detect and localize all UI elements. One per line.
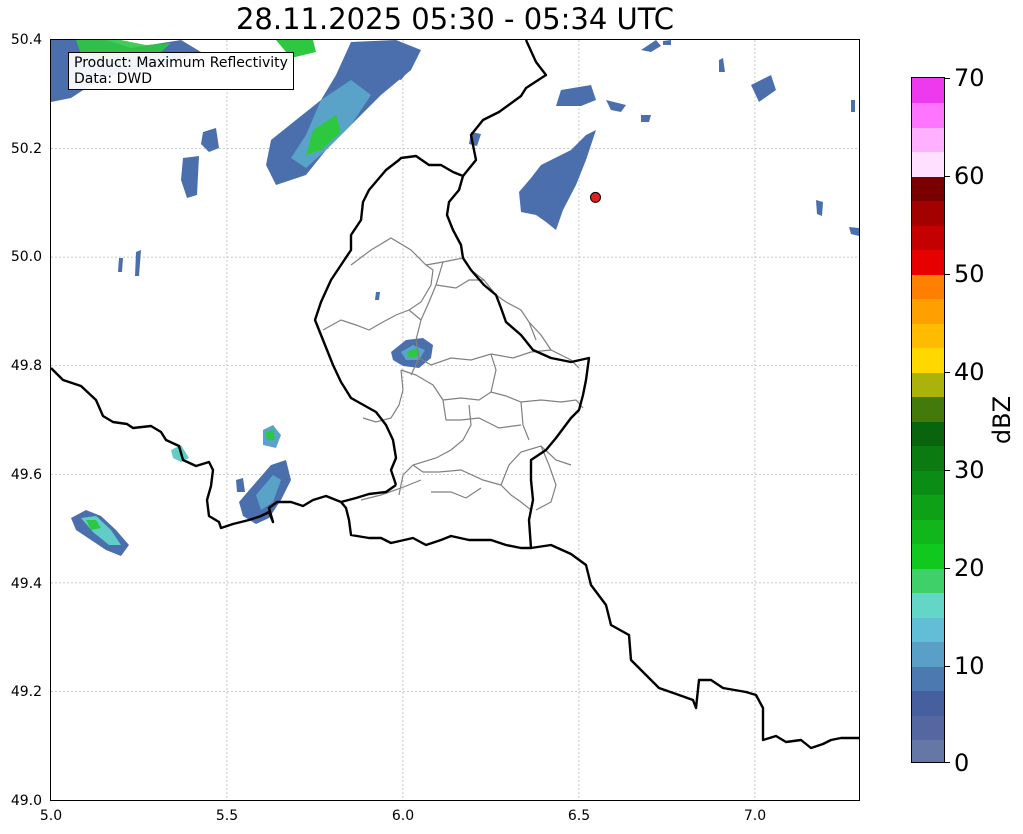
data-source-label: Data: DWD — [74, 71, 152, 87]
product-label: Product: Maximum Reflectivity — [74, 55, 288, 71]
colorbar-tick-label: 20 — [954, 554, 985, 582]
y-tick-label: 50.4 — [10, 32, 42, 48]
colorbar-segment — [912, 445, 944, 471]
y-tick-label: 49.4 — [10, 576, 42, 592]
echo-northeast — [519, 130, 596, 230]
colorbar-tick-label: 10 — [954, 652, 985, 680]
colorbar-segment — [912, 176, 944, 201]
colorbar-segment — [912, 102, 944, 128]
canton-boundaries — [322, 237, 584, 511]
colorbar-tick — [945, 372, 950, 373]
colorbar-segment — [912, 249, 944, 275]
colorbar-segment — [912, 200, 944, 226]
location-marker — [590, 191, 601, 203]
y-tick-label: 50.2 — [10, 141, 42, 157]
colorbar-segment — [912, 470, 944, 495]
colorbar-segment — [912, 519, 944, 544]
y-tick-label: 50.0 — [10, 249, 42, 265]
colorbar-tick-label: 60 — [954, 162, 985, 190]
country-borders — [51, 40, 859, 750]
colorbar-tick-label: 70 — [954, 64, 985, 92]
colorbar-segment — [912, 274, 944, 299]
colorbar-segment — [912, 323, 944, 348]
colorbar-segment — [912, 543, 944, 569]
colorbar-segment — [912, 396, 944, 422]
colorbar-segment — [912, 690, 944, 716]
colorbar-tick — [945, 568, 950, 569]
y-tick-label: 49.8 — [10, 358, 42, 374]
colorbar-segment — [912, 225, 944, 250]
colorbar-segment — [912, 641, 944, 667]
colorbar-tick — [945, 274, 950, 275]
colorbar-segment — [912, 347, 944, 373]
x-tick-label: 6.5 — [567, 808, 591, 824]
colorbar — [911, 77, 945, 763]
x-tick-label: 7.0 — [743, 808, 767, 824]
colorbar-segment — [912, 372, 944, 397]
colorbar-segment — [912, 298, 944, 324]
x-tick-label: 6.0 — [391, 808, 415, 824]
colorbar-label: dBZ — [988, 395, 1016, 445]
colorbar-segment — [912, 421, 944, 446]
border-west-south — [51, 367, 397, 530]
colorbar-segment — [912, 715, 944, 740]
x-tick-label: 5.5 — [215, 808, 239, 824]
colorbar-segment — [912, 592, 944, 618]
radar-map — [51, 40, 859, 800]
y-tick-label: 49.6 — [10, 467, 42, 483]
colorbar-tick-label: 30 — [954, 456, 985, 484]
info-box: Product: Maximum Reflectivity Data: DWD — [68, 52, 294, 90]
colorbar-tick — [945, 762, 950, 763]
colorbar-tick — [945, 470, 950, 471]
y-tick-label: 49.0 — [10, 793, 42, 809]
colorbar-segment — [912, 568, 944, 593]
border-north — [462, 40, 548, 177]
colorbar-tick — [945, 666, 950, 667]
colorbar-segment — [912, 78, 944, 103]
colorbar-tick-label: 0 — [954, 749, 970, 777]
x-tick-label: 5.0 — [39, 808, 63, 824]
colorbar-segment — [912, 127, 944, 152]
colorbar-segment — [912, 739, 944, 762]
border-east — [530, 543, 859, 750]
colorbar-segment — [912, 666, 944, 691]
map-plot-area[interactable]: Product: Maximum Reflectivity Data: DWD — [50, 39, 860, 801]
radar-echoes — [51, 40, 859, 556]
y-tick-label: 49.2 — [10, 684, 42, 700]
colorbar-segment — [912, 617, 944, 642]
colorbar-tick-label: 40 — [954, 358, 985, 386]
colorbar-tick-label: 50 — [954, 260, 985, 288]
map-title: 28.11.2025 05:30 - 05:34 UTC — [235, 2, 675, 36]
colorbar-tick — [945, 78, 950, 79]
colorbar-tick — [945, 176, 950, 177]
colorbar-segment — [912, 151, 944, 177]
colorbar-segment — [912, 494, 944, 520]
